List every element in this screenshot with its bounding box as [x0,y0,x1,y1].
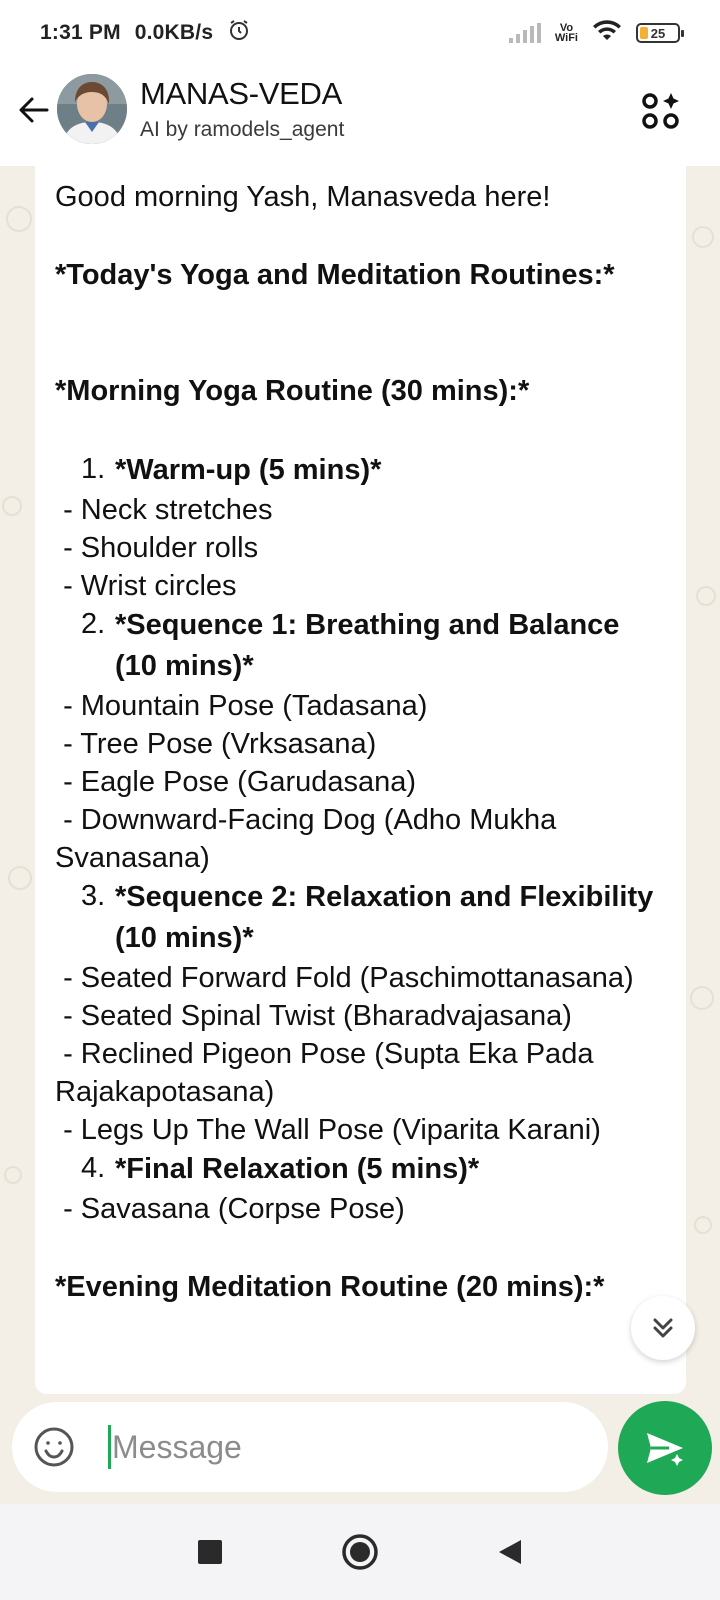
battery-level: 25 [650,25,666,41]
list-item: - Downward-Facing Dog (Adho Mukha Svanas… [55,804,565,874]
list-item: - Tree Pose (Vrksasana) [55,728,377,760]
text-caret [108,1425,111,1469]
double-chevron-down-icon [653,1318,673,1338]
list-item: - Savasana (Corpse Pose) [55,1193,405,1225]
clock: 1:31 PM [40,21,121,44]
status-left: 1:31 PM 0.0KB/s [40,18,251,48]
list-item: - Mountain Pose (Tadasana) [55,690,428,722]
system-nav-bar [0,1504,720,1600]
message-bubble[interactable]: Good morning Yash, Manasveda here! *Toda… [35,166,686,1394]
circle-home-icon[interactable] [340,1532,380,1572]
list-item: - Seated Spinal Twist (Bharadvajasana) [55,1000,572,1032]
ai-sparkle-icon[interactable] [640,90,682,132]
list-item: - Wrist circles [55,570,237,602]
triangle-back-icon[interactable] [490,1532,530,1572]
list-item: - Legs Up The Wall Pose (Viparita Karani… [55,1114,601,1146]
battery-icon: 25 [636,23,684,43]
list-item: - Shoulder rolls [55,532,259,564]
chat-header: MANAS-VEDA AI by ramodels_agent [0,66,720,166]
morning-heading: *Morning Yoga Routine (30 mins):* [55,375,530,407]
contact-name: MANAS-VEDA [140,76,342,111]
list-item: 3. *Sequence 2: Relaxation and Flexibili… [81,880,654,954]
list-item: - Neck stretches [55,494,273,526]
network-speed: 0.0KB/s [134,21,214,44]
scroll-to-bottom-button[interactable] [631,1296,695,1360]
chat-area[interactable]: Good morning Yash, Manasveda here! *Toda… [0,166,720,1406]
status-right: Vo WiFi 25 [508,18,684,48]
vowifi-indicator: Vo WiFi [554,22,578,44]
message-composer [12,1402,608,1492]
greeting-text: Good morning Yash, Manasveda here! [55,181,551,213]
square-recents-icon[interactable] [190,1532,230,1572]
list-item: - Reclined Pigeon Pose (Supta Eka Pada R… [55,1038,602,1108]
contact-info[interactable]: MANAS-VEDA AI by ramodels_agent [140,76,344,142]
list-item: 4. *Final Relaxation (5 mins)* [81,1152,480,1185]
status-bar: 1:31 PM 0.0KB/s Vo WiFi 25 [0,0,720,66]
evening-heading: *Evening Meditation Routine (20 mins):* [55,1271,605,1303]
message-input[interactable] [112,1424,572,1470]
send-ai-icon[interactable] [618,1401,712,1495]
list-item: - Seated Forward Fold (Paschimottanasana… [55,962,634,994]
wifi-icon [592,18,622,48]
emoji-smile-icon[interactable] [32,1425,76,1469]
list-item: - Eagle Pose (Garudasana) [55,766,417,798]
contact-subtitle: AI by ramodels_agent [140,118,345,141]
alarm-clock-icon [227,18,251,48]
list-item: 1. *Warm-up (5 mins)* [81,453,382,486]
routines-heading: *Today's Yoga and Meditation Routines:* [55,259,615,291]
cell-signal-icon [508,23,541,43]
list-item: 2. *Sequence 1: Breathing and Balance (1… [81,608,620,682]
arrow-left-icon[interactable] [14,90,54,130]
avatar[interactable] [57,74,127,144]
